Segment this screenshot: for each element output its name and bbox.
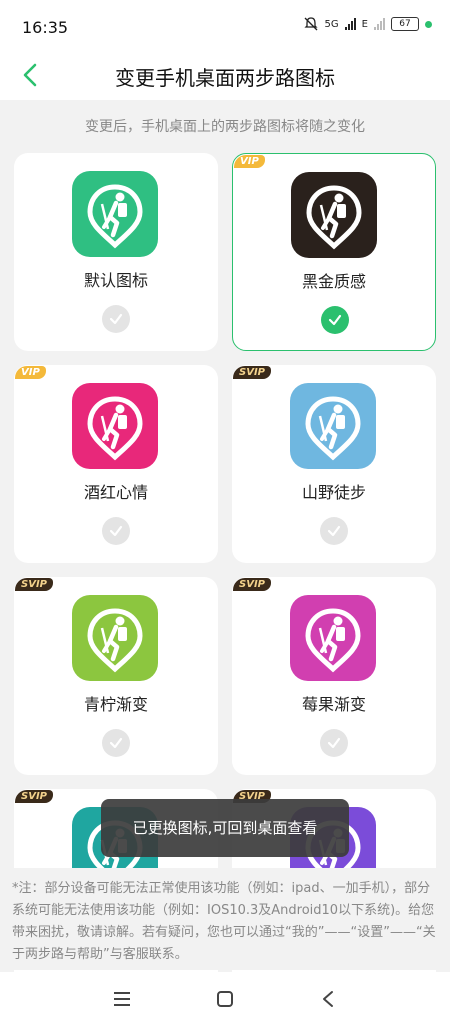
icon-option-label: 山野徒步 (301, 483, 366, 502)
app-icon-preview (72, 595, 158, 681)
app-icon-preview (290, 595, 376, 681)
check-icon[interactable] (102, 305, 130, 333)
page-subtitle: 变更后，手机桌面上的两步路图标将随之变化 (85, 119, 365, 135)
vip-badge: SVIP (15, 790, 53, 803)
icon-option-card[interactable]: VIP 酒红心情 (14, 365, 218, 563)
icon-option-card[interactable]: 默认图标 (14, 153, 218, 351)
check-icon[interactable] (102, 729, 130, 757)
icon-option-card[interactable]: SVIP 山野徒步 (232, 365, 436, 563)
vip-badge: VIP (15, 366, 46, 379)
icon-option-label: 莓果渐变 (301, 695, 366, 714)
menu-icon[interactable] (112, 989, 132, 1009)
icon-option-card[interactable]: SVIP 莓果渐变 (232, 577, 436, 775)
icon-option-label: 黑金质感 (301, 272, 366, 291)
signal-icon (344, 18, 356, 30)
app-icon-preview (72, 383, 158, 469)
vip-badge: SVIP (233, 578, 271, 591)
footnote: *注：部分设备可能无法正常使用该功能（例如：ipad、一加手机），部分系统可能无… (0, 868, 450, 970)
status-icons: 5G E 67 (303, 16, 432, 32)
status-dot (425, 20, 432, 28)
vip-badge: SVIP (233, 366, 271, 379)
network-type-label: 5G (324, 18, 339, 30)
vip-badge: SVIP (15, 578, 53, 591)
status-time: 16:35 (22, 18, 69, 37)
icon-option-label: 酒红心情 (83, 483, 148, 502)
page-title: 变更手机桌面两步路图标 (115, 66, 335, 90)
vip-badge: VIP (234, 155, 265, 168)
status-bar: 16:35 5G E 67 (0, 0, 450, 52)
check-icon[interactable] (102, 517, 130, 545)
icon-option-card[interactable]: SVIP 青柠渐变 (14, 577, 218, 775)
check-icon[interactable] (320, 517, 348, 545)
app-icon-preview (291, 172, 377, 258)
back-nav-icon[interactable] (318, 989, 338, 1009)
signal-icon-2 (374, 18, 385, 30)
home-icon[interactable] (215, 989, 235, 1009)
check-icon[interactable] (320, 729, 348, 757)
nav-bar: 变更手机桌面两步路图标 (0, 52, 450, 100)
network-type-label-2: E (361, 18, 368, 30)
toast-message: 已更换图标,可回到桌面查看 (101, 799, 349, 857)
icon-option-card[interactable]: VIP 黑金质感 (232, 153, 436, 351)
app-icon-preview (72, 171, 158, 257)
mute-bell-icon (303, 17, 318, 31)
app-icon-preview (290, 383, 376, 469)
system-nav-bar (0, 972, 450, 1025)
icon-option-label: 青柠渐变 (83, 695, 148, 714)
check-icon[interactable] (321, 306, 349, 334)
icon-option-label: 默认图标 (83, 271, 148, 290)
battery-level: 67 (399, 19, 411, 29)
battery-icon: 67 (391, 17, 419, 31)
